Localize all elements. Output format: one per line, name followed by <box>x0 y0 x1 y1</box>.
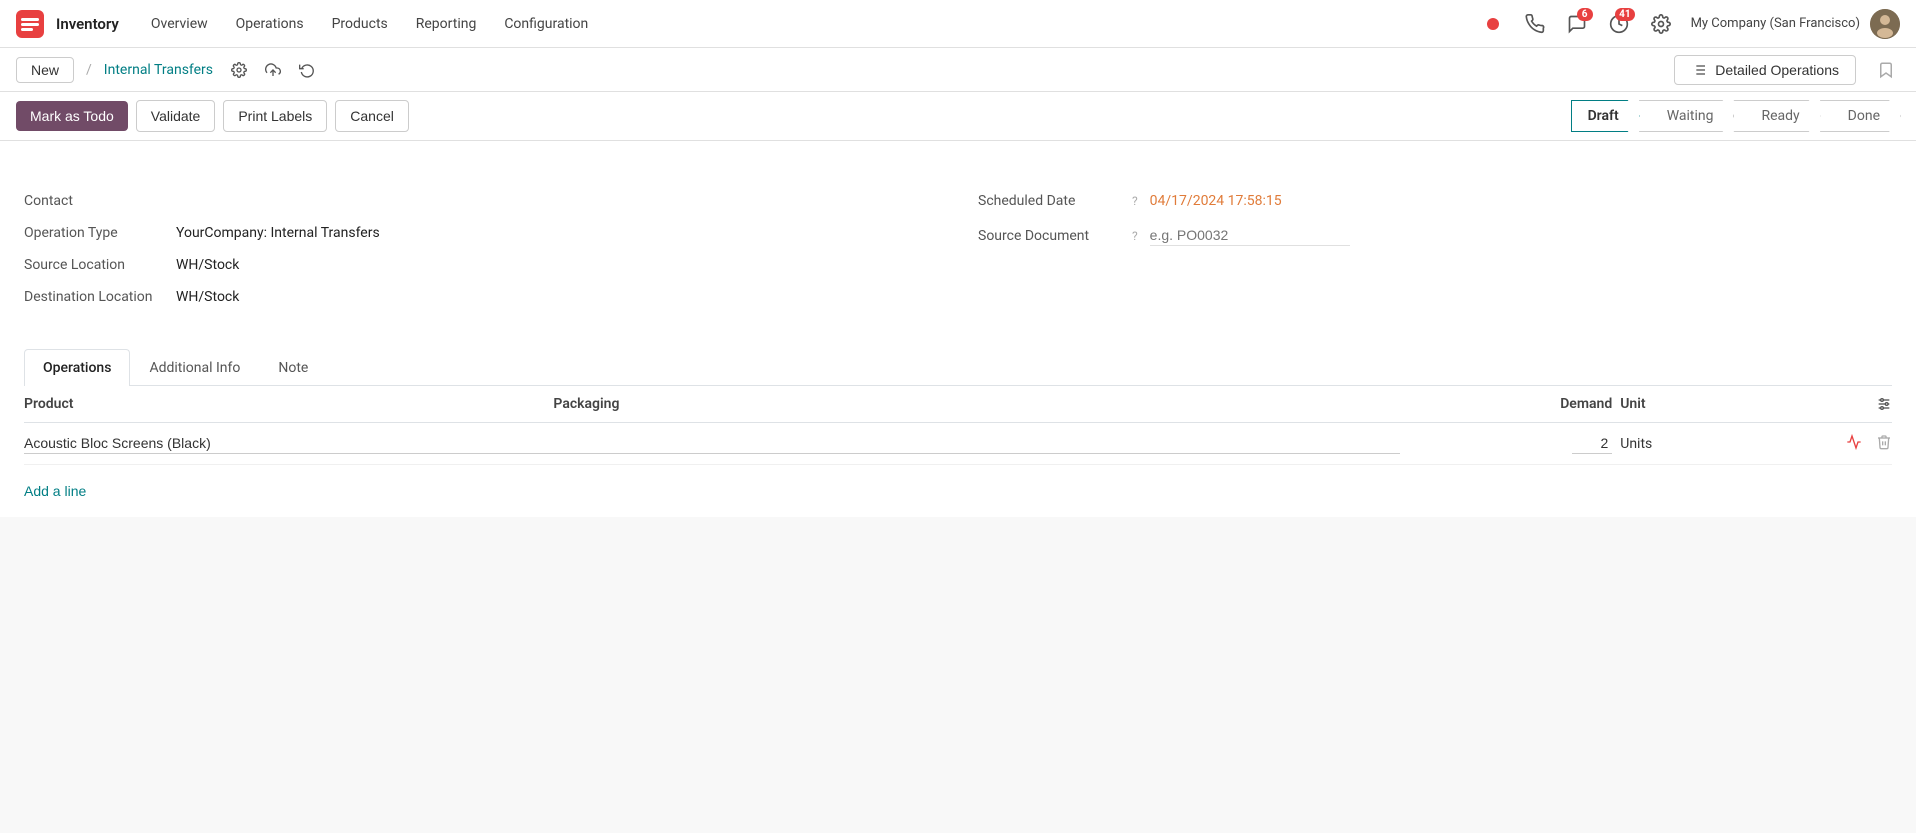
detailed-operations-label: Detailed Operations <box>1715 62 1839 78</box>
activities-icon[interactable]: 41 <box>1603 8 1635 40</box>
demand-input[interactable] <box>1572 433 1612 454</box>
sub-nav: New / Internal Transfers Detailed Operat… <box>0 48 1916 92</box>
company-name: My Company (San Francisco) <box>1691 16 1860 31</box>
col-header-actions <box>1832 396 1892 412</box>
cancel-button[interactable]: Cancel <box>335 100 409 132</box>
upload-icon[interactable] <box>259 56 287 84</box>
operation-type-label: Operation Type <box>24 225 164 241</box>
col-header-unit: Unit <box>1620 396 1832 412</box>
source-document-row: Source Document ? <box>978 217 1892 254</box>
operation-type-row: Operation Type YourCompany: Internal Tra… <box>24 217 938 249</box>
delete-icon[interactable] <box>1876 434 1892 454</box>
scheduled-date-label: Scheduled Date <box>978 193 1118 209</box>
app-logo[interactable] <box>16 10 44 38</box>
nav-item-products[interactable]: Products <box>320 10 400 38</box>
source-document-help: ? <box>1132 229 1138 243</box>
refresh-icon[interactable] <box>293 56 321 84</box>
chat-badge: 6 <box>1577 8 1593 21</box>
nav-item-configuration[interactable]: Configuration <box>492 10 600 38</box>
scheduled-date-row: Scheduled Date ? 04/17/2024 17:58:15 <box>978 185 1892 217</box>
source-location-label: Source Location <box>24 257 164 273</box>
nav-item-operations[interactable]: Operations <box>224 10 316 38</box>
gear-icon[interactable] <box>225 56 253 84</box>
add-line-row: Add a line <box>24 465 1892 517</box>
breadcrumb-link[interactable]: Internal Transfers <box>104 62 213 78</box>
destination-location-label: Destination Location <box>24 289 164 305</box>
settings-icon[interactable] <box>1645 8 1677 40</box>
col-header-packaging: Packaging <box>553 396 1400 412</box>
cell-unit: Units <box>1620 436 1832 452</box>
chart-icon[interactable] <box>1846 434 1862 454</box>
destination-location-value[interactable]: WH/Stock <box>176 289 239 305</box>
operations-table: Product Packaging Demand Unit Units <box>24 386 1892 517</box>
status-bar: Draft Waiting Ready Done <box>1571 100 1900 132</box>
chat-icon[interactable]: 6 <box>1561 8 1593 40</box>
add-line-button[interactable]: Add a line <box>24 473 86 509</box>
status-indicator[interactable] <box>1477 8 1509 40</box>
product-input[interactable] <box>24 433 553 454</box>
cell-actions <box>1832 434 1892 454</box>
top-nav: Inventory Overview Operations Products R… <box>0 0 1916 48</box>
col-header-demand: Demand <box>1400 396 1620 412</box>
status-waiting[interactable]: Waiting <box>1639 100 1735 132</box>
source-location-value[interactable]: WH/Stock <box>176 257 239 273</box>
col-header-product: Product <box>24 396 553 412</box>
source-location-row: Source Location WH/Stock <box>24 249 938 281</box>
main-content: Contact Operation Type YourCompany: Inte… <box>0 141 1916 517</box>
user-avatar[interactable] <box>1870 9 1900 39</box>
table-settings-icon[interactable] <box>1876 396 1892 412</box>
breadcrumb-slash: / <box>86 62 92 78</box>
scheduled-date-help: ? <box>1132 194 1138 208</box>
record-actions <box>225 56 321 84</box>
bookmark-icon[interactable] <box>1872 56 1900 84</box>
table-row: Units <box>24 423 1892 465</box>
status-ready[interactable]: Ready <box>1733 100 1820 132</box>
tab-additional-info[interactable]: Additional Info <box>130 349 259 386</box>
destination-location-row: Destination Location WH/Stock <box>24 281 938 313</box>
status-draft[interactable]: Draft <box>1571 100 1640 132</box>
nav-item-reporting[interactable]: Reporting <box>404 10 489 38</box>
status-done[interactable]: Done <box>1820 100 1901 132</box>
contact-label: Contact <box>24 193 164 209</box>
new-button[interactable]: New <box>16 57 74 83</box>
phone-icon[interactable] <box>1519 8 1551 40</box>
scheduled-date-value[interactable]: 04/17/2024 17:58:15 <box>1150 193 1282 209</box>
source-document-input[interactable] <box>1150 225 1350 246</box>
source-document-label: Source Document <box>978 228 1118 244</box>
action-bar: Mark as Todo Validate Print Labels Cance… <box>0 92 1916 141</box>
packaging-input[interactable] <box>553 433 1400 454</box>
print-labels-button[interactable]: Print Labels <box>223 100 327 132</box>
nav-icons: 6 41 My Company (San Francisco) <box>1477 8 1900 40</box>
list-icon <box>1691 62 1707 78</box>
nav-item-overview[interactable]: Overview <box>139 10 220 38</box>
operation-type-value[interactable]: YourCompany: Internal Transfers <box>176 225 380 241</box>
app-name: Inventory <box>56 15 119 33</box>
form-right: Scheduled Date ? 04/17/2024 17:58:15 Sou… <box>978 185 1892 313</box>
table-header: Product Packaging Demand Unit <box>24 386 1892 423</box>
contact-row: Contact <box>24 185 938 217</box>
form-left: Contact Operation Type YourCompany: Inte… <box>24 185 938 313</box>
validate-button[interactable]: Validate <box>136 100 216 132</box>
cell-product <box>24 433 553 454</box>
cell-packaging <box>553 433 1400 454</box>
tabs-bar: Operations Additional Info Note <box>24 349 1892 386</box>
tab-operations[interactable]: Operations <box>24 349 130 386</box>
activities-badge: 41 <box>1615 8 1634 21</box>
cell-demand <box>1400 433 1620 454</box>
form-section: Contact Operation Type YourCompany: Inte… <box>24 165 1892 333</box>
mark-as-todo-button[interactable]: Mark as Todo <box>16 101 128 131</box>
detailed-operations-button[interactable]: Detailed Operations <box>1674 55 1856 85</box>
tab-note[interactable]: Note <box>259 349 327 386</box>
